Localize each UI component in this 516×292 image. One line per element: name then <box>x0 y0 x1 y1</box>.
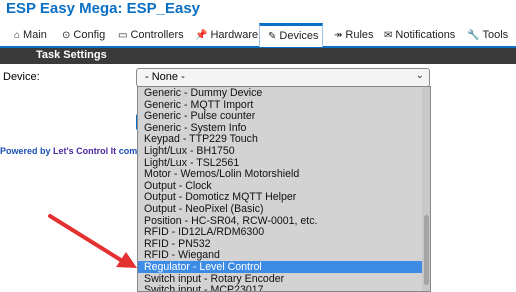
annotation-overlay <box>48 214 137 268</box>
red-arrow-icon <box>48 214 126 264</box>
